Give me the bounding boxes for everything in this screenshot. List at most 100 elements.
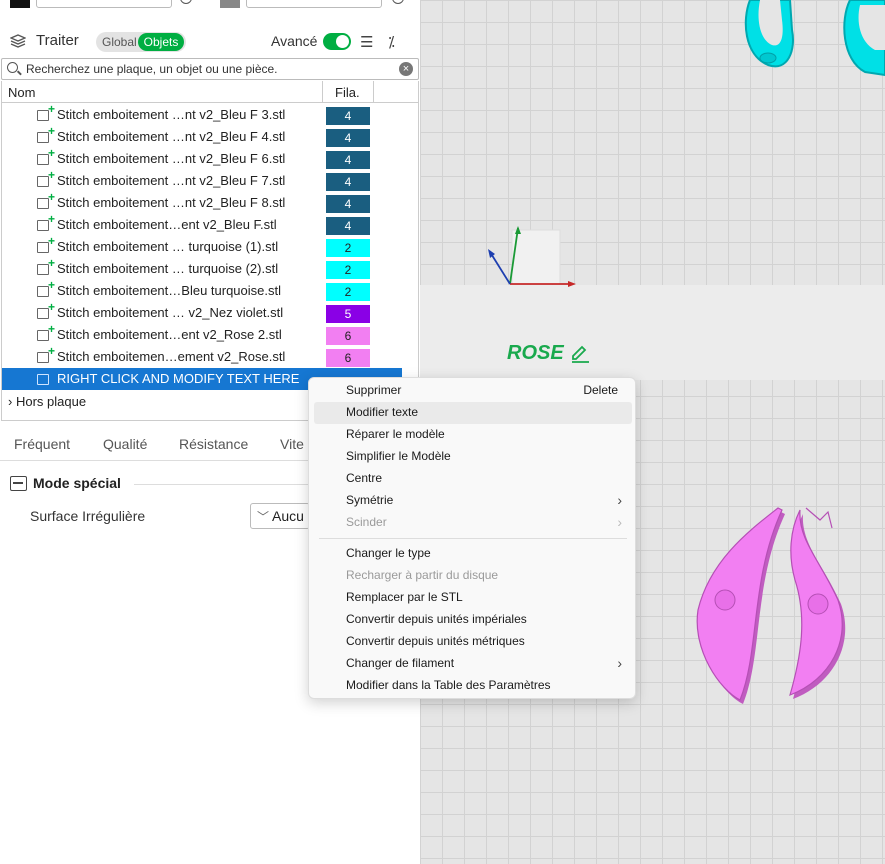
table-row[interactable]: Stitch emboitement … v2_Nez violet.stl 5 (2, 300, 402, 324)
menu-item[interactable]: Modifier texte (314, 402, 632, 424)
color-swatch[interactable] (220, 0, 240, 8)
filament-badge[interactable]: 2 (326, 283, 370, 301)
text-object-label[interactable]: ROSE (507, 342, 564, 365)
text-object-icon (37, 374, 49, 385)
tab-frequent[interactable]: Fréquent (14, 436, 70, 452)
menu-item[interactable]: Simplifier le Modèle (314, 446, 632, 468)
menu-item: Scinder › (314, 512, 632, 534)
menu-item-label: Supprimer (346, 383, 402, 397)
toggle-objects[interactable]: Objets (138, 33, 184, 51)
printer-dropdown[interactable] (36, 0, 172, 8)
menu-item: Recharger à partir du disque (314, 565, 632, 587)
row-label: Stitch emboitemen…ement v2_Rose.stl (57, 349, 286, 364)
advanced-switch[interactable] (323, 33, 351, 50)
chevron-right-icon: › (617, 514, 622, 530)
filament-badge[interactable]: 2 (326, 239, 370, 257)
filament-badge[interactable]: 4 (326, 195, 370, 213)
row-label: Stitch emboitement …nt v2_Bleu F 3.stl (57, 107, 286, 122)
tab-strength[interactable]: Résistance (179, 436, 248, 452)
help-icon[interactable] (392, 0, 404, 4)
menu-item-label: Réparer le modèle (346, 427, 445, 441)
special-mode-icon (10, 476, 27, 491)
menu-item[interactable]: Convertir depuis unités métriques (314, 631, 632, 653)
row-label: Stitch emboitement…ent v2_Rose 2.stl (57, 327, 282, 342)
menu-item[interactable]: Centre (314, 468, 632, 490)
plate-gap (420, 285, 885, 380)
top-toolbar (0, 0, 420, 12)
menu-item[interactable]: Convertir depuis unités impériales (314, 609, 632, 631)
chevron-down-icon: ﹀ (257, 510, 270, 524)
layers-icon (10, 34, 26, 48)
filament-badge[interactable]: 4 (326, 173, 370, 191)
filament-badge[interactable]: 4 (326, 129, 370, 147)
expand-arrow-icon[interactable]: › (8, 394, 12, 409)
menu-item-label: Simplifier le Modèle (346, 449, 451, 463)
table-row[interactable]: Stitch emboitement …nt v2_Bleu F 8.stl 4 (2, 190, 402, 214)
row-label: Stitch emboitement…ent v2_Bleu F.stl (57, 217, 277, 232)
process-header: Traiter Global Objets Avancé ☰ ⁒ (0, 28, 420, 56)
table-row[interactable]: Stitch emboitement … turquoise (2).stl 2 (2, 256, 402, 280)
row-label: RIGHT CLICK AND MODIFY TEXT HERE (57, 371, 300, 386)
table-row[interactable]: Stitch emboitemen…ement v2_Rose.stl 6 (2, 344, 402, 368)
object-icon (37, 124, 55, 143)
object-icon (37, 344, 55, 363)
filament-badge[interactable]: 4 (326, 217, 370, 235)
material-dropdown[interactable] (246, 0, 382, 8)
menu-item[interactable]: Modifier dans la Table des Paramètres (314, 675, 632, 697)
table-row[interactable]: Stitch emboitement …nt v2_Bleu F 4.stl 4 (2, 124, 402, 148)
search-input[interactable]: Recherchez une plaque, un objet ou une p… (26, 62, 278, 76)
menu-item[interactable]: Réparer le modèle (314, 424, 632, 446)
compare-icon[interactable]: ⁒ (388, 33, 395, 51)
tab-speed[interactable]: Vite (280, 436, 304, 452)
table-row[interactable]: Stitch emboitement…ent v2_Bleu F.stl 4 (2, 212, 402, 236)
filament-badge[interactable]: 4 (326, 107, 370, 125)
column-filament[interactable]: Fila. (322, 81, 374, 103)
table-row[interactable]: Stitch emboitement…ent v2_Rose 2.stl 6 (2, 322, 402, 346)
menu-item-label: Remplacer par le STL (346, 590, 463, 604)
filament-badge[interactable]: 6 (326, 349, 370, 367)
filament-badge[interactable]: 2 (326, 261, 370, 279)
table-row[interactable]: Stitch emboitement … turquoise (1).stl 2 (2, 234, 402, 258)
cyan-ring-models[interactable] (730, 0, 885, 90)
object-icon (37, 256, 55, 275)
table-row[interactable]: Stitch emboitement…Bleu turquoise.stl 2 (2, 278, 402, 302)
search-icon (7, 62, 18, 73)
menu-item[interactable]: Changer de filament › (314, 653, 632, 675)
row-label: Stitch emboitement … turquoise (2).stl (57, 261, 279, 276)
table-row[interactable]: Stitch emboitement …nt v2_Bleu F 7.stl 4 (2, 168, 402, 192)
menu-item[interactable]: Supprimer Delete (314, 380, 632, 402)
filament-badge[interactable]: 5 (326, 305, 370, 323)
filament-badge[interactable]: 6 (326, 327, 370, 345)
menu-item[interactable]: Remplacer par le STL (314, 587, 632, 609)
object-icon (37, 300, 55, 319)
table-row[interactable]: Stitch emboitement …nt v2_Bleu F 6.stl 4 (2, 146, 402, 170)
table-row[interactable]: Stitch emboitement …nt v2_Bleu F 3.stl 4 (2, 102, 402, 126)
menu-item-label: Convertir depuis unités impériales (346, 612, 527, 626)
dropdown-value: Aucu (272, 508, 304, 524)
row-label: Stitch emboitement…Bleu turquoise.stl (57, 283, 281, 298)
filament-badge[interactable]: 4 (326, 151, 370, 169)
tab-quality[interactable]: Qualité (103, 436, 147, 452)
global-objects-toggle[interactable]: Global Objets (96, 32, 186, 52)
toggle-global[interactable]: Global (102, 35, 137, 49)
color-swatch[interactable] (10, 0, 30, 8)
context-menu: Supprimer Delete Modifier texte Réparer le … (308, 377, 636, 699)
menu-separator (319, 538, 627, 539)
pink-wing-models[interactable] (690, 500, 860, 710)
column-name[interactable]: Nom (8, 85, 35, 100)
hors-plaque-node[interactable]: › Hors plaque (8, 394, 86, 409)
list-icon[interactable]: ☰ (360, 33, 373, 51)
surface-dropdown[interactable]: ﹀ Aucu (250, 503, 310, 529)
menu-item-label: Modifier dans la Table des Paramètres (346, 678, 551, 692)
panel-title: Traiter (36, 32, 79, 49)
menu-item-label: Recharger à partir du disque (346, 568, 499, 582)
menu-item[interactable]: Symétrie › (314, 490, 632, 512)
help-icon[interactable] (180, 0, 192, 4)
tree-header: Nom Fila. (2, 81, 418, 103)
edit-pencil-icon[interactable] (569, 345, 591, 363)
axis-gizmo (488, 226, 576, 287)
row-label: Stitch emboitement …nt v2_Bleu F 7.stl (57, 173, 286, 188)
menu-item[interactable]: Changer le type (314, 543, 632, 565)
clear-icon[interactable]: × (399, 62, 413, 76)
search-bar[interactable]: Recherchez une plaque, un objet ou une p… (1, 58, 419, 80)
